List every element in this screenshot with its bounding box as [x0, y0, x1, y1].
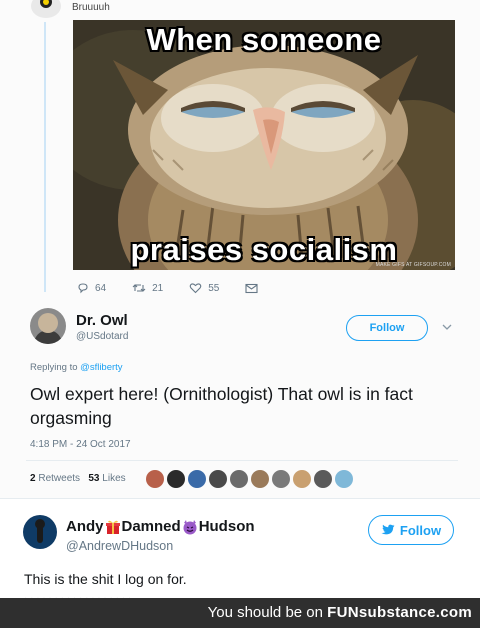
liker-avatar[interactable] — [209, 470, 227, 488]
likes-label[interactable]: Likes — [102, 473, 125, 484]
author-last-name: Hudson — [198, 518, 255, 535]
mention-link[interactable]: @sfliberty — [80, 362, 122, 373]
follow-label: Follow — [399, 522, 442, 538]
avatar[interactable] — [30, 308, 66, 344]
liker-avatar[interactable] — [188, 470, 206, 488]
like-icon — [189, 283, 202, 294]
engagement-stats: 2 Retweets 53 Likes — [30, 473, 126, 484]
thread-line — [44, 22, 46, 292]
retweet-action[interactable]: 21 — [132, 282, 163, 294]
tweet-text: This is the shit I log on for. — [24, 571, 187, 587]
divider — [26, 460, 458, 461]
watermark-brand: FUNsubstance.com — [327, 604, 472, 621]
author-name[interactable]: Bruuuuh — [72, 2, 110, 13]
replying-to: Replying to @sfliberty — [30, 362, 123, 373]
liker-avatar[interactable] — [146, 470, 164, 488]
retweet-icon — [132, 284, 146, 292]
meme-image[interactable]: When someone praises socialism MAKE GIFS… — [73, 20, 455, 270]
tweet-timestamp[interactable]: 4:18 PM - 24 Oct 2017 — [30, 439, 131, 450]
author-name[interactable]: Dr. Owl — [76, 312, 128, 329]
author-handle[interactable]: @AndrewDHudson — [66, 539, 173, 553]
gift-emoji-icon — [105, 520, 120, 534]
liker-avatar[interactable] — [293, 470, 311, 488]
avatar[interactable] — [31, 0, 61, 18]
like-count: 55 — [208, 282, 220, 294]
liker-avatar[interactable] — [272, 470, 290, 488]
meme-watermark: MAKE GIFS AT GIFSOUP.COM — [375, 262, 451, 268]
follow-button[interactable]: Follow — [346, 315, 428, 341]
author-name[interactable]: Andy Damned Hudson — [66, 518, 255, 535]
liker-avatar[interactable] — [335, 470, 353, 488]
bird-icon — [381, 524, 395, 535]
retweets-count[interactable]: 2 — [30, 473, 36, 484]
retweets-label[interactable]: Retweets — [38, 473, 80, 484]
message-action[interactable] — [245, 282, 264, 294]
watermark-bar: You should be on FUNsubstance.com — [0, 598, 480, 628]
quote-tweet: Andy Damned Hudson @AndrewDHudson Follow… — [0, 498, 480, 599]
message-icon — [245, 283, 258, 293]
avatar[interactable] — [23, 515, 57, 549]
retweet-count: 21 — [152, 282, 164, 294]
like-action[interactable]: 55 — [189, 282, 219, 294]
author-middle-name: Damned — [121, 518, 181, 535]
follow-button[interactable]: Follow — [368, 515, 454, 545]
original-tweet: Bruuuuh When someone praises socialism M… — [0, 0, 480, 498]
author-handle[interactable]: @USdotard — [76, 331, 128, 342]
tweet-text: Owl expert here! (Ornithologist) That ow… — [30, 384, 413, 428]
devil-emoji-icon — [183, 519, 197, 534]
likes-count[interactable]: 53 — [88, 473, 99, 484]
tweet-actions: 64 21 55 — [77, 282, 290, 294]
liker-avatar[interactable] — [167, 470, 185, 488]
liker-avatar[interactable] — [314, 470, 332, 488]
liker-avatar[interactable] — [251, 470, 269, 488]
reply-icon — [78, 283, 88, 294]
reply-count: 64 — [95, 282, 107, 294]
watermark-prefix: You should be on — [207, 604, 323, 621]
likers-avatars — [146, 470, 353, 488]
liker-avatar[interactable] — [230, 470, 248, 488]
reply-action[interactable]: 64 — [77, 282, 106, 294]
meme-caption-top: When someone — [146, 22, 382, 57]
replying-prefix: Replying to — [30, 362, 78, 373]
chevron-down-icon[interactable] — [442, 322, 452, 332]
author-first-name: Andy — [66, 518, 104, 535]
watermark-text[interactable]: You should be on FUNsubstance.com — [208, 604, 472, 621]
